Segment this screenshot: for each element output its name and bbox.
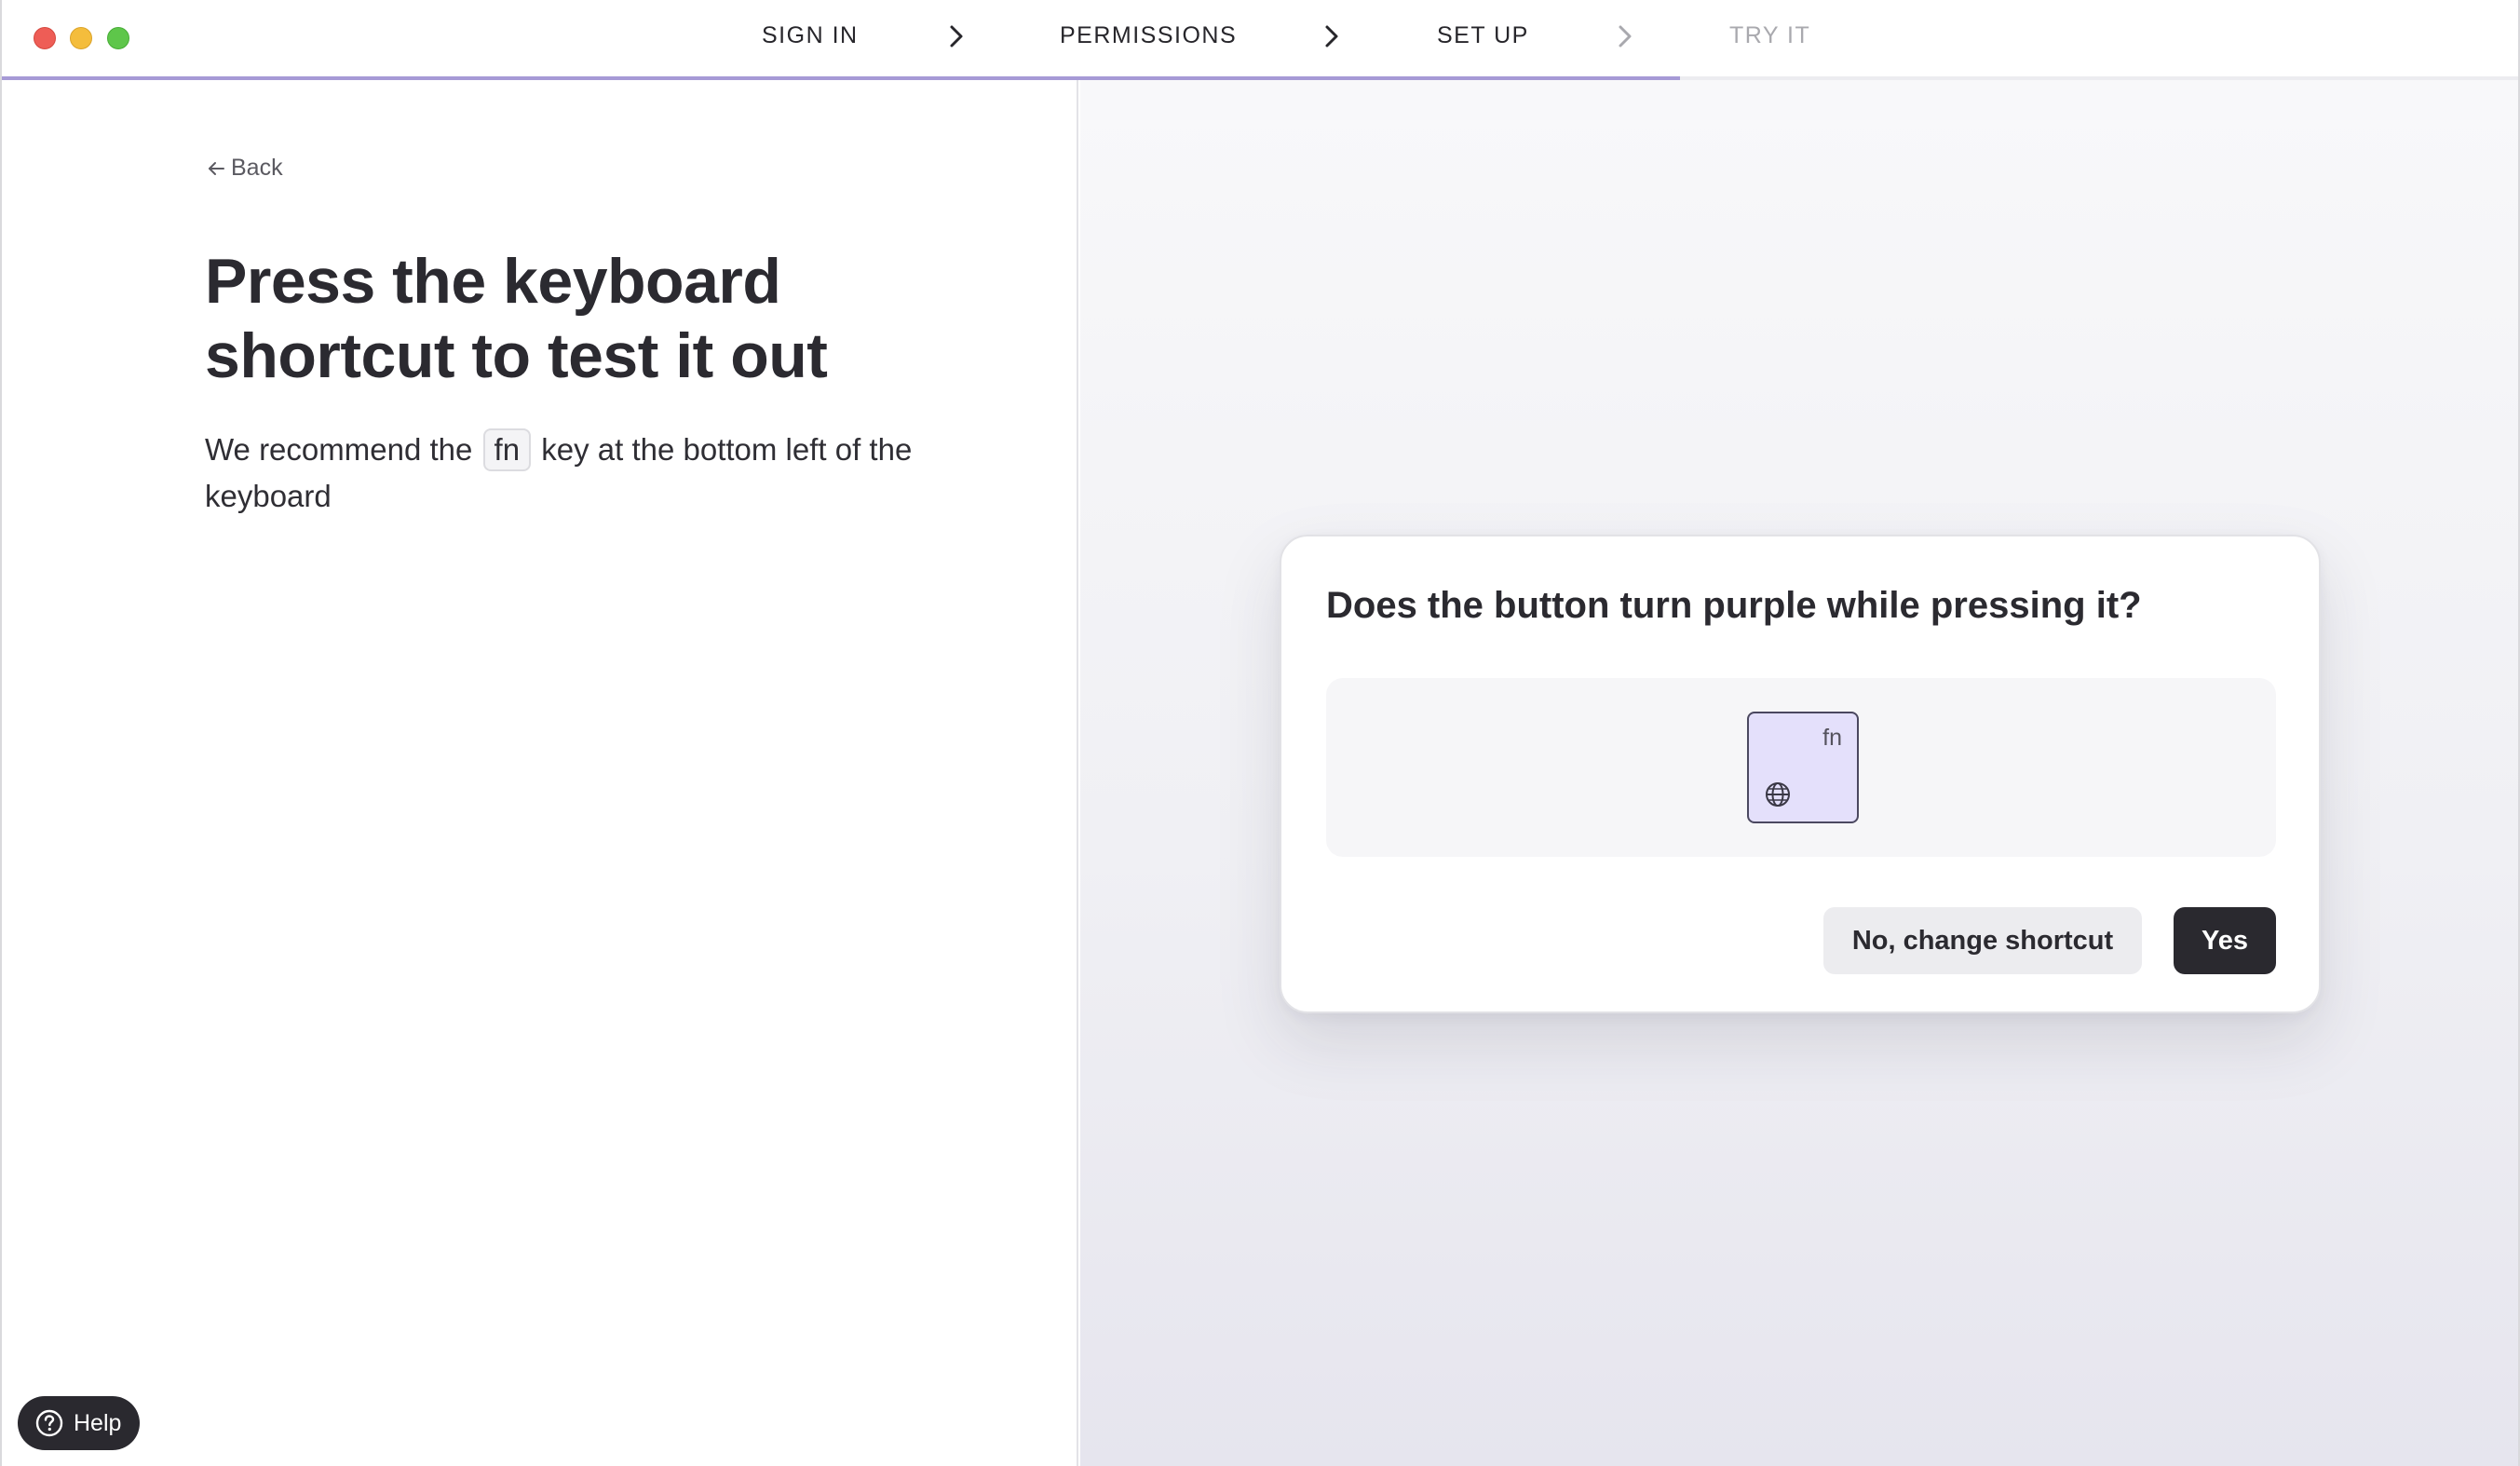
help-label: Help [74, 1409, 122, 1436]
key-label: fn [1822, 725, 1842, 751]
yes-button[interactable]: Yes [2174, 907, 2276, 974]
chevron-right-icon [1325, 25, 1338, 48]
close-window-button[interactable] [34, 27, 56, 49]
step-sign-in: SIGN IN [762, 22, 859, 48]
page-title: Press the keyboard shortcut to test it o… [205, 246, 828, 391]
help-button[interactable]: Help [18, 1396, 141, 1450]
back-label: Back [231, 155, 283, 181]
instructions-panel: Back Press the keyboard shortcut to test… [2, 80, 1078, 1466]
minimize-window-button[interactable] [70, 27, 92, 49]
fn-key-badge: fn [482, 428, 532, 471]
dialog-title: Does the button turn purple while pressi… [1326, 585, 2142, 626]
confirm-dialog: Does the button turn purple while pressi… [1280, 535, 2321, 1013]
key-preview-area: fn [1326, 678, 2276, 857]
chevron-right-icon [1619, 25, 1632, 48]
question-circle-icon [35, 1409, 63, 1437]
description-text: We recommend the [205, 432, 473, 467]
change-shortcut-button[interactable]: No, change shortcut [1823, 907, 2142, 974]
title-bar: SIGN IN PERMISSIONS SET UP TRY IT [2, 0, 2518, 80]
arrow-left-icon [209, 161, 224, 175]
globe-icon [1766, 782, 1790, 807]
page-description: We recommend the fn key at the bottom le… [205, 427, 913, 520]
step-permissions: PERMISSIONS [1060, 22, 1238, 48]
chevron-right-icon [950, 25, 963, 48]
test-panel: Does the button turn purple while pressi… [1080, 80, 2518, 1466]
app-window: SIGN IN PERMISSIONS SET UP TRY IT Back P… [0, 0, 2520, 1466]
back-button[interactable]: Back [205, 155, 283, 182]
maximize-window-button[interactable] [107, 27, 129, 49]
step-set-up: SET UP [1437, 22, 1529, 48]
step-try-it: TRY IT [1729, 22, 1811, 48]
fn-key-preview: fn [1747, 712, 1859, 823]
